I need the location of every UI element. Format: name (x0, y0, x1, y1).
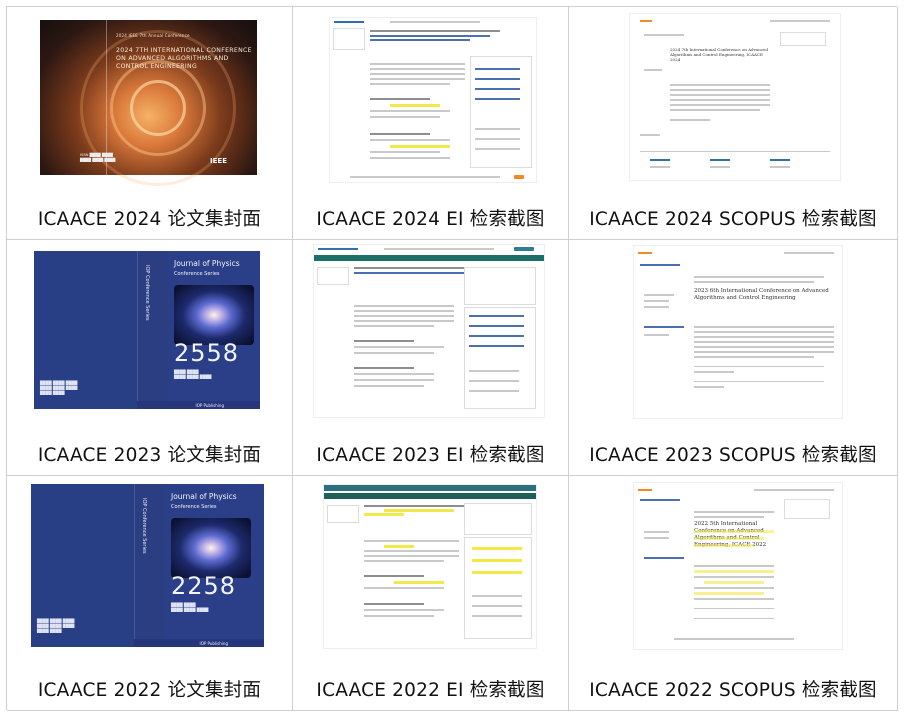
cover-2023-image: IOP Conference Series Journal of Physics… (34, 251, 260, 409)
cover-series-title: Journal of Physics Conference Series (174, 259, 240, 277)
galaxy-image (174, 285, 254, 345)
caption: ICAACE 2022 SCOPUS 检索截图 (589, 680, 877, 701)
scopus-2023-title: 2023 6th International Conference on Adv… (694, 288, 829, 301)
image-grid: 2024 IEEE 7th Annual Conference 2024 7TH… (6, 6, 898, 711)
cover-publisher: IOP Publishing (199, 641, 228, 646)
cover-title: 2024 7TH INTERNATIONAL CONFERENCE ON ADV… (116, 47, 252, 70)
ei-2024-screenshot (329, 17, 537, 183)
cover-isbn: ISBN ████ ████ ████ ████ ████ (80, 153, 116, 163)
scopus-2024-title: 2024 7th International Conference on Adv… (670, 47, 768, 62)
caption: ICAACE 2024 EI 检索截图 (316, 209, 545, 230)
caption: ICAACE 2022 EI 检索截图 (316, 680, 545, 701)
cover-series-title: Journal of Physics Conference Series (171, 492, 237, 510)
caption: ICAACE 2024 SCOPUS 检索截图 (589, 209, 877, 230)
cell-2024-ei: ICAACE 2024 EI 检索截图 (293, 7, 569, 240)
cell-2024-cover: 2024 IEEE 7th Annual Conference 2024 7TH… (7, 7, 293, 240)
scopus-2024-screenshot: 2024 7th International Conference on Adv… (629, 13, 841, 181)
ei-2023-screenshot (313, 244, 545, 418)
scopus-2023-screenshot: 2023 6th International Conference on Adv… (633, 245, 843, 419)
cover-back-text: ████ ████ ████ ████ ████ ████ ████ ████ (40, 380, 78, 395)
cover-publisher: IOP Publishing (195, 403, 224, 408)
cell-2023-scopus: 2023 6th International Conference on Adv… (569, 240, 898, 476)
galaxy-image (171, 518, 251, 578)
cover-spine-text: IOP Conference Series (144, 265, 150, 321)
cover-volume: 2258 (171, 572, 237, 600)
ieee-logo: IEEE (210, 157, 227, 165)
cover-2022-image: IOP Conference Series Journal of Physics… (31, 484, 264, 647)
cover-volume: 2558 (174, 339, 240, 367)
cover-header-small: 2024 IEEE 7th Annual Conference (116, 33, 190, 38)
caption: ICAACE 2023 论文集封面 (37, 445, 262, 466)
cover-volume-info: ████ ████ ████ ████ ████ (174, 369, 212, 379)
caption: ICAACE 2023 EI 检索截图 (316, 445, 545, 466)
cover-spine-text: IOP Conference Series (141, 498, 147, 554)
cell-2023-cover: IOP Conference Series Journal of Physics… (7, 240, 293, 476)
cover-volume-info: ████ ████ ████ ████ ████ (171, 602, 209, 612)
ei-2022-screenshot (323, 484, 537, 649)
cell-2022-scopus: 2022 5th International Conference on Adv… (569, 476, 898, 711)
cover-2024-image: 2024 IEEE 7th Annual Conference 2024 7TH… (40, 20, 257, 186)
caption: ICAACE 2022 论文集封面 (37, 680, 262, 701)
caption: ICAACE 2023 SCOPUS 检索截图 (589, 445, 877, 466)
caption: ICAACE 2024 论文集封面 (37, 209, 262, 230)
cover-back-text: ████ ████ ████ ████ ████ ████ ████ ████ (37, 618, 75, 633)
cell-2024-scopus: 2024 7th International Conference on Adv… (569, 7, 898, 240)
cell-2022-ei: ICAACE 2022 EI 检索截图 (293, 476, 569, 711)
cell-2023-ei: ICAACE 2023 EI 检索截图 (293, 240, 569, 476)
cell-2022-cover: IOP Conference Series Journal of Physics… (7, 476, 293, 711)
scopus-2022-screenshot: 2022 5th International Conference on Adv… (633, 482, 843, 650)
